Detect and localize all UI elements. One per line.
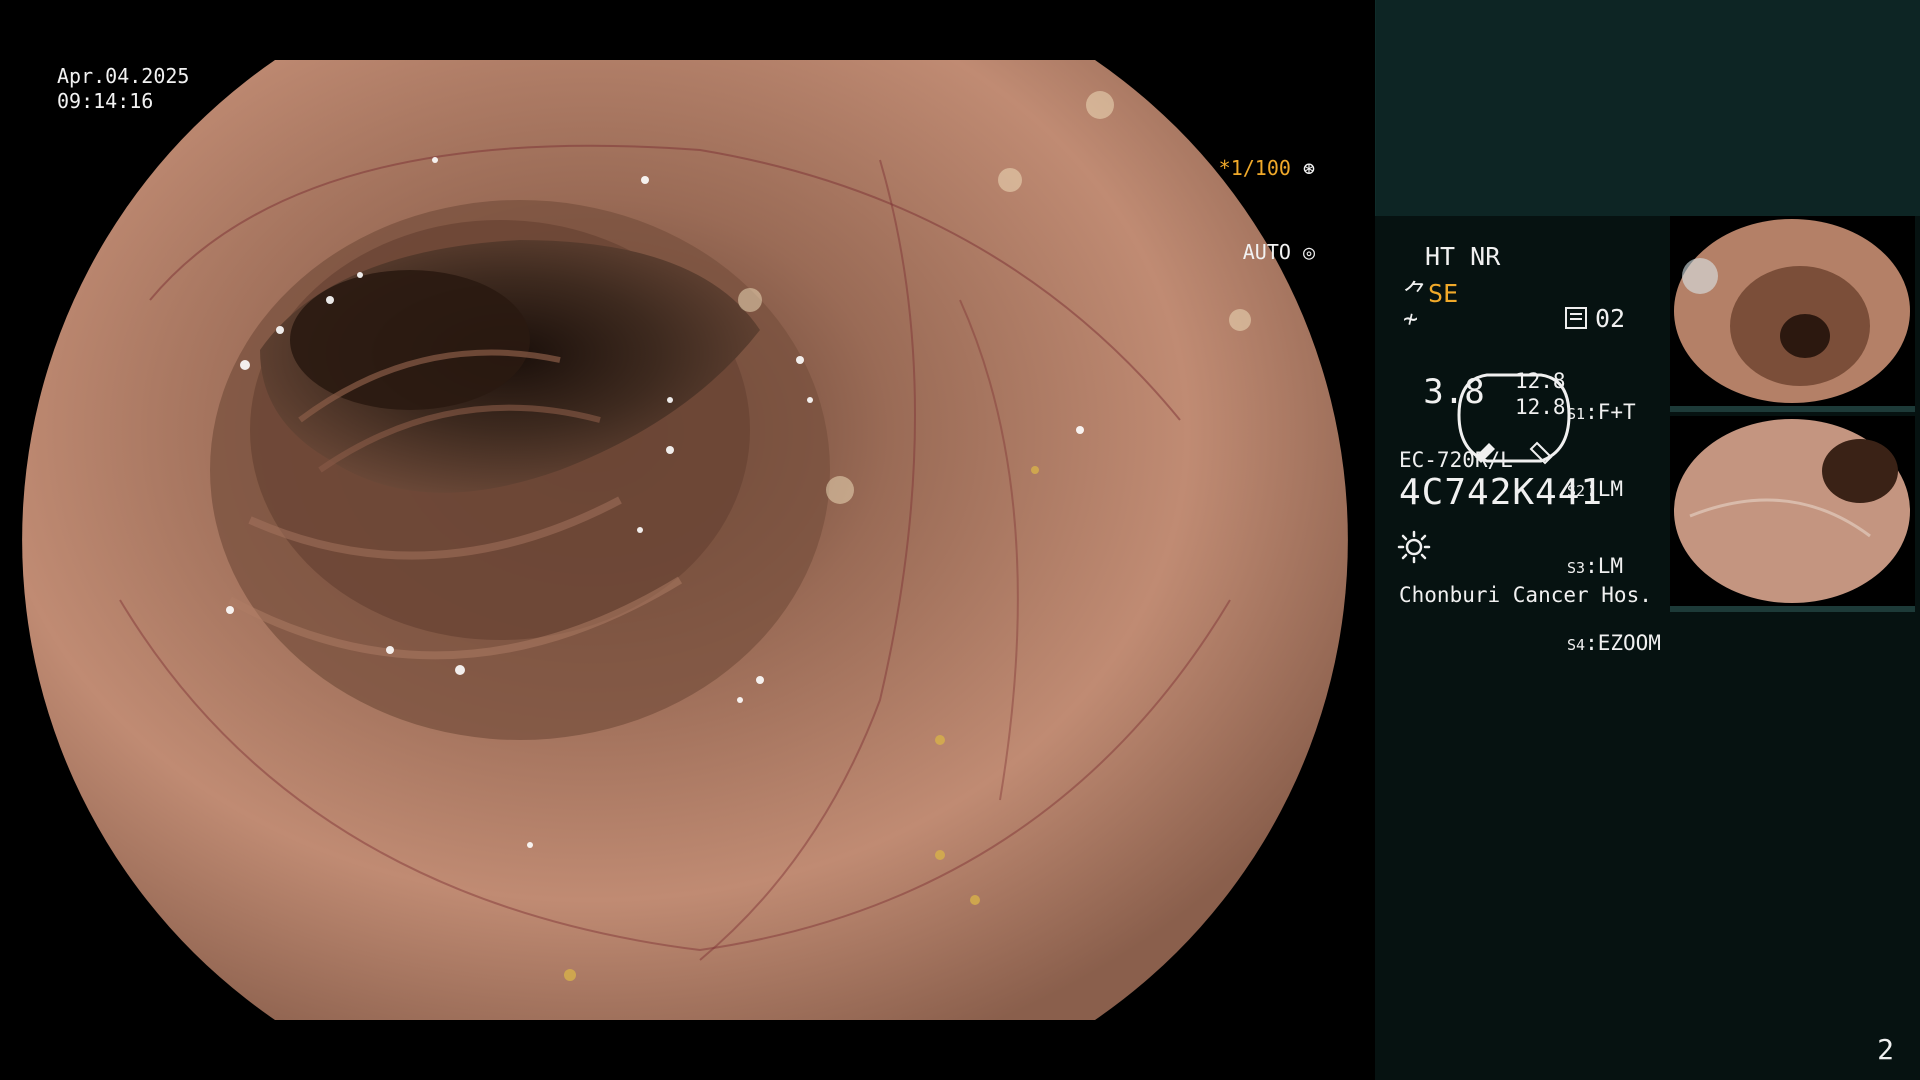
hospital-name: Chonburi Cancer Hos.	[1399, 583, 1652, 607]
capture-thumbnail-2[interactable]	[1670, 416, 1915, 612]
memory-label: 02	[1595, 304, 1626, 333]
switch-key: S4	[1567, 636, 1586, 654]
exposure-indicator: *1/100 ⊛ AUTO ◎	[1219, 98, 1315, 322]
panel-header-area	[1375, 0, 1920, 216]
magnification-gauge: 3.8	[1399, 352, 1571, 465]
auto-exposure-icon: ◎	[1290, 240, 1315, 264]
ht-nr-label: HT NR	[1425, 242, 1501, 271]
thumbnail-image	[1670, 416, 1915, 606]
thumbnail-image	[1670, 216, 1915, 406]
endoscope-view: Apr.04.2025 09:14:16 *1/100 ⊛ AUTO ◎	[0, 0, 1375, 1080]
switch-setting-s1: S1:F+T	[1567, 400, 1636, 424]
light-sun-icon	[1397, 530, 1431, 564]
panel-main-area: HT NR ⺈SE ≁ 02 3.8 12.8 12.8 S1:F+T S2:LM…	[1375, 216, 1920, 1080]
switch-setting-s3: S3:LM	[1567, 554, 1624, 578]
gauge-value: 3.8	[1423, 372, 1485, 412]
scale-value: 12.8	[1515, 395, 1566, 419]
memory-indicator: 02	[1565, 304, 1625, 333]
switch-value: F+T	[1597, 400, 1636, 424]
scale-values: 12.8 12.8	[1515, 368, 1566, 420]
page-number: 2	[1877, 1033, 1894, 1066]
scale-value: 12.8	[1515, 369, 1566, 393]
shutter-icon: ⊛	[1290, 156, 1315, 180]
switch-key: S1	[1567, 405, 1586, 423]
scope-model: EC-720R/L	[1399, 448, 1513, 472]
switch-setting-s4: S4:EZOOM	[1567, 631, 1661, 655]
se-label: SE	[1428, 279, 1459, 308]
info-panel: HT NR ⺈SE ≁ 02 3.8 12.8 12.8 S1:F+T S2:LM…	[1375, 0, 1920, 1080]
exposure-mode: AUTO	[1242, 240, 1291, 264]
capture-thumbnail-1[interactable]	[1670, 216, 1915, 412]
switch-value: LM	[1597, 554, 1624, 578]
sharpness-indicator: ≁	[1403, 304, 1419, 333]
scope-serial: 4C742K441	[1399, 472, 1604, 513]
colon-lumen-image	[22, 60, 1348, 1020]
date-text: Apr.04.2025	[57, 64, 190, 88]
switch-key: S3	[1567, 559, 1586, 577]
shutter-speed: *1/100	[1218, 156, 1291, 180]
memory-icon	[1565, 307, 1587, 329]
time-text: 09:14:16	[57, 89, 154, 113]
switch-settings: S1:F+T S2:LM S3:LM S4:EZOOM	[1567, 350, 1661, 708]
timestamp: Apr.04.2025 09:14:16	[57, 64, 189, 114]
switch-value: EZOOM	[1597, 631, 1661, 655]
